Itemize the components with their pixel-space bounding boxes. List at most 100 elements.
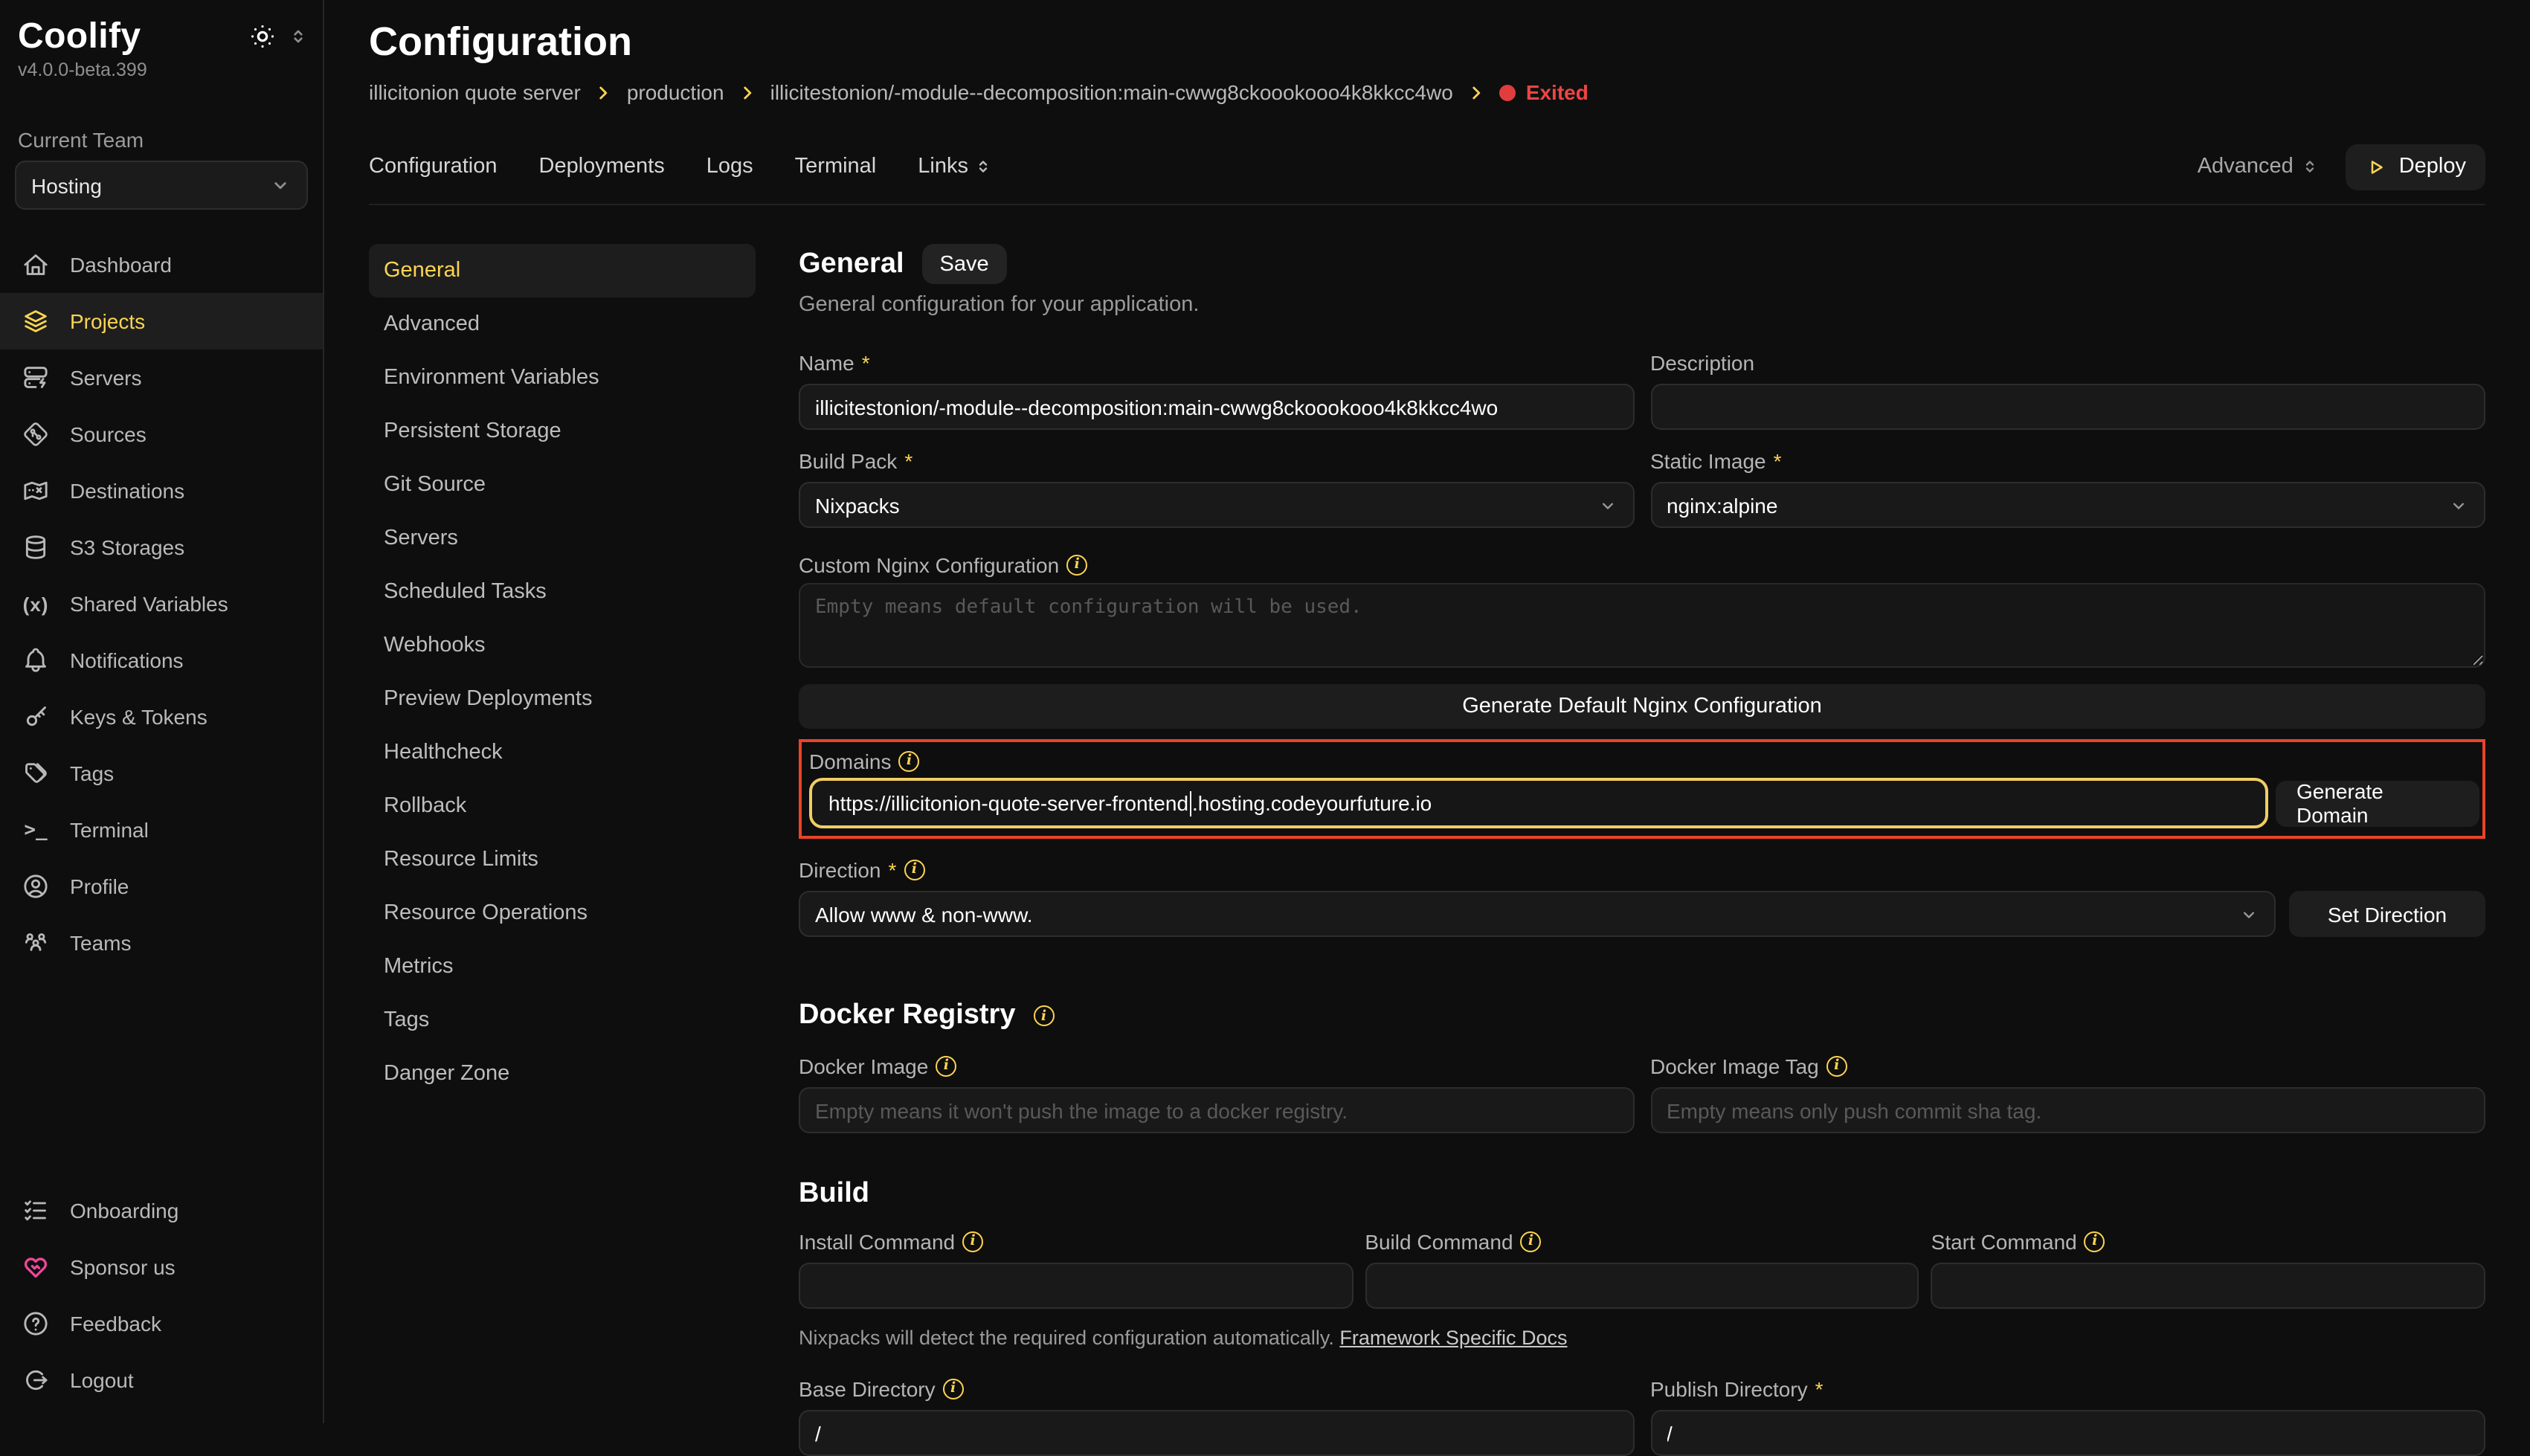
sidebar-item-profile[interactable]: Profile (0, 858, 323, 915)
build-command-input[interactable] (1365, 1263, 1919, 1309)
section-nav-advanced[interactable]: Advanced (369, 297, 756, 351)
sidebar-item-notifications[interactable]: Notifications (0, 632, 323, 689)
chevrons-up-down-icon (2301, 158, 2319, 175)
required-asterisk: * (862, 350, 870, 374)
generate-domain-button[interactable]: Generate Domain (2276, 780, 2479, 826)
tab-terminal[interactable]: Terminal (795, 155, 877, 178)
play-icon (2365, 155, 2387, 178)
direction-select[interactable]: Allow www & non-www. (799, 891, 2276, 937)
tab-deployments[interactable]: Deployments (539, 155, 665, 178)
section-nav-healthcheck[interactable]: Healthcheck (369, 726, 756, 779)
section-nav-general[interactable]: General (369, 244, 756, 297)
sidebar-item-label: Dashboard (70, 253, 172, 277)
nixpacks-note: Nixpacks will detect the required config… (799, 1327, 2485, 1349)
layers-icon (21, 306, 51, 336)
home-icon (21, 250, 51, 280)
section-nav-tags[interactable]: Tags (369, 993, 756, 1047)
set-direction-button[interactable]: Set Direction (2289, 891, 2485, 937)
static-image-select[interactable]: nginx:alpine (1650, 482, 2485, 528)
chevron-right-icon (738, 83, 757, 102)
sidebar-item-projects[interactable]: Projects (0, 293, 323, 349)
docker-image-tag-label: Docker Image Tag (1650, 1054, 1819, 1077)
required-asterisk: * (904, 448, 912, 472)
required-asterisk: * (1774, 448, 1782, 472)
general-form: General Save General configuration for y… (799, 244, 2485, 1423)
install-command-input[interactable] (799, 1263, 1353, 1309)
status-dot-icon (1499, 84, 1516, 100)
section-nav-preview-deployments[interactable]: Preview Deployments (369, 672, 756, 726)
description-input[interactable] (1650, 384, 2485, 430)
server-icon (21, 363, 51, 393)
git-source-icon (21, 419, 51, 449)
install-command-label: Install Command (799, 1229, 955, 1253)
map-icon (21, 476, 51, 506)
generate-nginx-config-button[interactable]: Generate Default Nginx Configuration (799, 684, 2485, 729)
section-nav-scheduled-tasks[interactable]: Scheduled Tasks (369, 565, 756, 619)
sidebar-item-label: Onboarding (70, 1199, 178, 1223)
sidebar-item-label: Sponsor us (70, 1255, 176, 1279)
section-nav-environment-variables[interactable]: Environment Variables (369, 351, 756, 405)
deploy-button[interactable]: Deploy (2346, 144, 2485, 190)
sidebar-item-keys-tokens[interactable]: Keys & Tokens (0, 689, 323, 745)
nixpacks-note-text: Nixpacks will detect the required config… (799, 1327, 1334, 1349)
docker-image-tag-input[interactable] (1650, 1087, 2485, 1133)
sidebar-item-label: Logout (70, 1368, 134, 1392)
sidebar-item-label: Projects (70, 309, 145, 333)
docker-image-input[interactable] (799, 1087, 1634, 1133)
app-logo: Coolify (18, 18, 141, 57)
section-nav-webhooks[interactable]: Webhooks (369, 619, 756, 672)
sidebar-item-terminal[interactable]: >_ Terminal (0, 802, 323, 858)
framework-docs-link[interactable]: Framework Specific Docs (1339, 1327, 1567, 1349)
advanced-selector[interactable]: Advanced (2198, 155, 2319, 178)
base-directory-input[interactable] (799, 1410, 1634, 1456)
sidebar-item-feedback[interactable]: Feedback (0, 1295, 323, 1352)
section-nav-resource-limits[interactable]: Resource Limits (369, 833, 756, 886)
sidebar-item-teams[interactable]: Teams (0, 915, 323, 971)
sidebar-item-s3-storages[interactable]: S3 Storages (0, 519, 323, 576)
sidebar-item-sources[interactable]: Sources (0, 406, 323, 463)
chevron-right-icon (594, 83, 614, 102)
sidebar-item-dashboard[interactable]: Dashboard (0, 236, 323, 293)
save-button[interactable]: Save (922, 244, 1007, 284)
section-nav-rollback[interactable]: Rollback (369, 779, 756, 833)
chevron-down-icon (2238, 903, 2259, 924)
sidebar: Coolify v4.0.0-beta.399 Current Team Hos… (0, 0, 324, 1423)
sidebar-item-sponsor-us[interactable]: Sponsor us (0, 1239, 323, 1295)
required-asterisk: * (1815, 1376, 1824, 1400)
info-icon: i (936, 1055, 956, 1076)
required-asterisk: * (889, 857, 897, 881)
team-select[interactable]: Hosting (15, 161, 308, 210)
theme-selector-chevrons-icon[interactable] (289, 27, 308, 46)
name-input[interactable] (799, 384, 1634, 430)
theme-toggle-sun-icon[interactable] (248, 22, 277, 51)
current-team-label: Current Team (0, 80, 323, 161)
sidebar-item-servers[interactable]: Servers (0, 349, 323, 406)
deploy-label: Deploy (2399, 155, 2466, 178)
section-nav-servers[interactable]: Servers (369, 512, 756, 565)
section-nav-metrics[interactable]: Metrics (369, 940, 756, 993)
sidebar-item-logout[interactable]: Logout (0, 1352, 323, 1408)
tab-logs[interactable]: Logs (706, 155, 753, 178)
tab-configuration[interactable]: Configuration (369, 155, 498, 178)
sidebar-item-tags[interactable]: Tags (0, 745, 323, 802)
build-pack-select[interactable]: Nixpacks (799, 482, 1634, 528)
domains-input[interactable]: https://illicitonion-quote-server-fronte… (809, 778, 2268, 828)
section-nav-persistent-storage[interactable]: Persistent Storage (369, 405, 756, 458)
info-icon: i (1066, 554, 1087, 575)
nginx-config-label: Custom Nginx Configuration (799, 553, 1059, 576)
tab-links[interactable]: Links (918, 155, 992, 178)
start-command-input[interactable] (1931, 1263, 2485, 1309)
sidebar-item-label: Profile (70, 874, 129, 898)
breadcrumb-project[interactable]: illicitonion quote server (369, 80, 581, 104)
section-nav-resource-operations[interactable]: Resource Operations (369, 886, 756, 940)
section-nav-danger-zone[interactable]: Danger Zone (369, 1047, 756, 1101)
nginx-config-textarea[interactable] (799, 583, 2485, 668)
sidebar-item-label: Feedback (70, 1312, 161, 1336)
sidebar-item-destinations[interactable]: Destinations (0, 463, 323, 519)
sidebar-item-shared-variables[interactable]: (x) Shared Variables (0, 576, 323, 632)
breadcrumb-application[interactable]: illicitestonion/-module--decomposition:m… (770, 80, 1453, 104)
breadcrumb-environment[interactable]: production (627, 80, 724, 104)
section-nav-git-source[interactable]: Git Source (369, 458, 756, 512)
publish-directory-input[interactable] (1650, 1410, 2485, 1456)
sidebar-item-onboarding[interactable]: Onboarding (0, 1182, 323, 1239)
